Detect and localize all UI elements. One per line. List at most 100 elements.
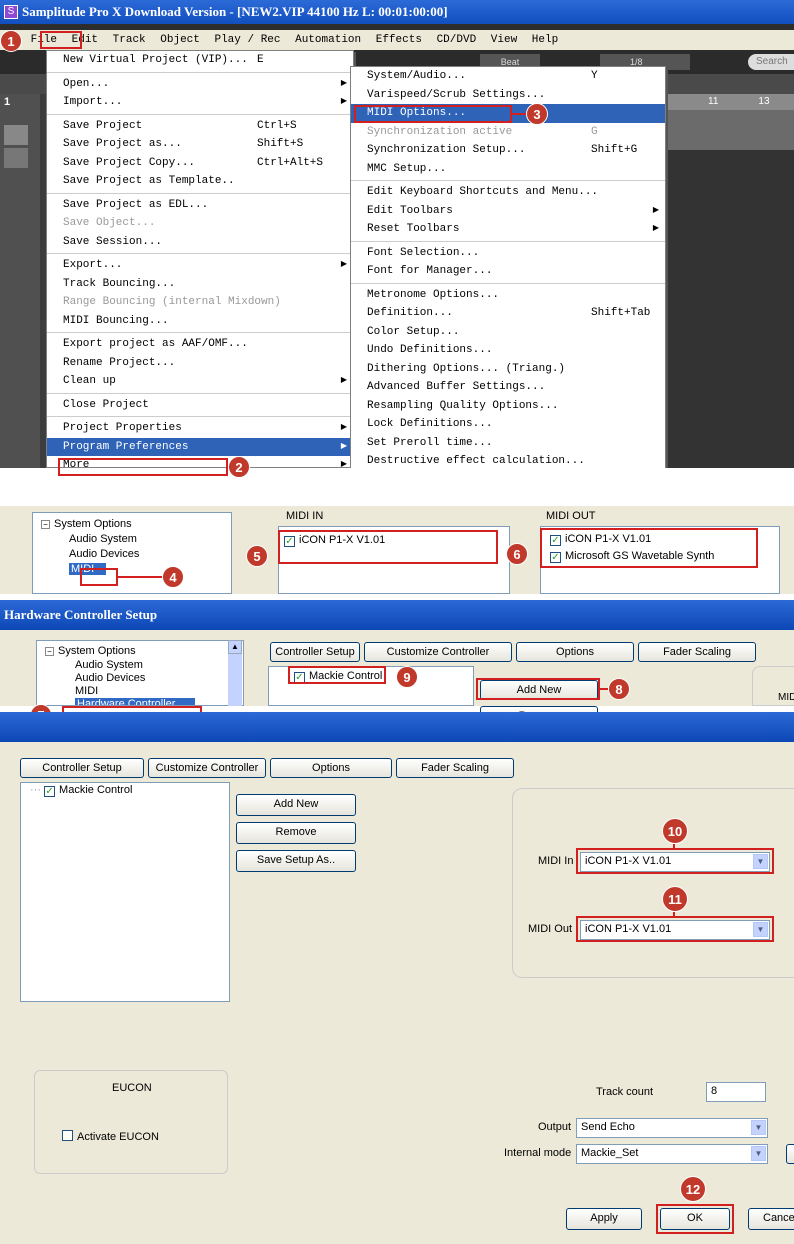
- add-new-button[interactable]: Add New: [236, 794, 356, 816]
- menu-separator: [351, 282, 665, 284]
- track-count-input[interactable]: 8: [706, 1082, 766, 1102]
- prefs-menu-item[interactable]: Advanced Buffer Settings...: [351, 378, 665, 397]
- file-menu-item[interactable]: New Virtual Project (VIP)... E: [47, 51, 353, 70]
- menu-cd-dvd[interactable]: CD/DVD: [433, 30, 481, 50]
- menu-help[interactable]: Help: [528, 30, 562, 50]
- menu-separator: [351, 180, 665, 181]
- menu-item-label: Track Bouncing...: [63, 277, 176, 290]
- remove-button[interactable]: Remove: [236, 822, 356, 844]
- prefs-menu-item[interactable]: Synchronization active G: [351, 123, 665, 142]
- tab-fader-scaling[interactable]: Fader Scaling: [396, 758, 514, 778]
- menu-play-rec[interactable]: Play / Rec: [210, 30, 284, 50]
- highlight-mackie-control: [288, 666, 386, 684]
- file-menu-item[interactable]: Rename Project...: [47, 354, 353, 373]
- tree-item-midi[interactable]: MIDI: [41, 562, 231, 577]
- tree-item-audio-system[interactable]: Audio System: [45, 659, 243, 672]
- menu-item-label: Open...: [63, 77, 110, 90]
- output-select[interactable]: Send Echo ▼: [576, 1118, 768, 1138]
- checkbox-unchecked-icon[interactable]: [62, 1130, 73, 1141]
- controller-item[interactable]: ··· ✓ Mackie Control: [30, 784, 132, 797]
- internal-mode-select[interactable]: Mackie_Set ▼: [576, 1144, 768, 1164]
- prefs-menu-item[interactable]: Resampling Quality Options...: [351, 397, 665, 416]
- prefs-menu-item[interactable]: Lock Definitions...: [351, 415, 665, 434]
- file-menu-item[interactable]: Program Preferences ▶: [47, 437, 353, 456]
- file-menu-item[interactable]: Save Object...: [47, 214, 353, 233]
- file-menu-item[interactable]: Save Project as EDL...: [47, 196, 353, 215]
- tree-item-hardware-controller[interactable]: Hardware Controller: [45, 698, 243, 705]
- controller-list: [20, 782, 230, 1002]
- menu-automation[interactable]: Automation: [291, 30, 365, 50]
- file-menu-item[interactable]: Project Properties ▶: [47, 419, 353, 438]
- tab-controller-setup[interactable]: Controller Setup: [20, 758, 144, 778]
- file-menu-item[interactable]: Range Bouncing (internal Mixdown): [47, 293, 353, 312]
- prefs-menu-item[interactable]: Set Preroll time...: [351, 434, 665, 453]
- menu-effects[interactable]: Effects: [372, 30, 426, 50]
- file-menu-item[interactable]: Save Project as... Shift+S: [47, 135, 353, 154]
- file-menu-item[interactable]: Save Project Copy... Ctrl+Alt+S: [47, 154, 353, 173]
- file-menu-item[interactable]: MIDI Bouncing...: [47, 312, 353, 331]
- tab-fader-scaling[interactable]: Fader Scaling: [638, 642, 756, 662]
- menu-item-label: Font Selection...: [367, 246, 480, 259]
- chevron-down-icon[interactable]: ▼: [751, 1146, 766, 1161]
- chevron-down-icon[interactable]: ▼: [751, 1120, 766, 1135]
- prefs-menu-item[interactable]: Synchronization Setup... Shift+G: [351, 141, 665, 160]
- prefs-menu-item[interactable]: MMC Setup...: [351, 160, 665, 179]
- file-menu-item[interactable]: Save Session...: [47, 233, 353, 252]
- menu-shortcut: Ctrl+Alt+S: [257, 156, 324, 169]
- apply-button[interactable]: Apply: [566, 1208, 642, 1230]
- file-menu-item[interactable]: Save Project Ctrl+S: [47, 117, 353, 136]
- prefs-menu-item[interactable]: Color Setup...: [351, 323, 665, 342]
- prefs-menu-item[interactable]: System/Audio... Y: [351, 67, 665, 86]
- prefs-menu-item[interactable]: Definition... Shift+Tab: [351, 304, 665, 323]
- save-setup-as-button[interactable]: Save Setup As..: [236, 850, 356, 872]
- checkbox-checked-icon[interactable]: ✓: [44, 786, 56, 797]
- submenu-arrow-icon: ▶: [340, 260, 347, 269]
- menu-track[interactable]: Track: [109, 30, 150, 50]
- tab-customize-controller[interactable]: Customize Controller: [364, 642, 512, 662]
- extra-button[interactable]: [786, 1144, 794, 1164]
- tab-controller-setup[interactable]: Controller Setup: [270, 642, 360, 662]
- file-menu-item[interactable]: Export project as AAF/OMF...: [47, 335, 353, 354]
- menu-view[interactable]: View: [487, 30, 521, 50]
- prefs-menu-item[interactable]: Dithering Options... (Triang.): [351, 360, 665, 379]
- prefs-menu-item[interactable]: Font for Manager...: [351, 262, 665, 281]
- menu-separator: [47, 253, 353, 254]
- cancel-button[interactable]: Cance: [748, 1208, 794, 1230]
- file-menu-item[interactable]: Export... ▶: [47, 256, 353, 275]
- file-menu-item[interactable]: Import... ▶: [47, 93, 353, 112]
- tree-item-audio-system[interactable]: Audio System: [41, 532, 231, 547]
- tab-options[interactable]: Options: [516, 642, 634, 662]
- track-button[interactable]: [4, 125, 28, 145]
- submenu-arrow-icon: ▶: [340, 460, 347, 468]
- file-menu-item[interactable]: Clean up ▶: [47, 372, 353, 391]
- tree-item-audio-devices[interactable]: Audio Devices: [41, 547, 231, 562]
- tab-customize-controller[interactable]: Customize Controller: [148, 758, 266, 778]
- activate-eucon-checkbox[interactable]: Activate EUCON: [62, 1130, 159, 1143]
- file-menu-item[interactable]: Close Project: [47, 396, 353, 415]
- file-menu-item[interactable]: Open... ▶: [47, 75, 353, 94]
- prefs-menu-item[interactable]: Varispeed/Scrub Settings...: [351, 86, 665, 105]
- prefs-menu-item[interactable]: Destructive effect calculation...: [351, 452, 665, 468]
- prefs-menu-item[interactable]: Reset Toolbars ▶: [351, 220, 665, 239]
- prefs-menu-item[interactable]: Undo Definitions...: [351, 341, 665, 360]
- tab-options[interactable]: Options: [270, 758, 392, 778]
- tree-scrollbar[interactable]: ▲: [228, 640, 242, 706]
- menu-object[interactable]: Object: [156, 30, 204, 50]
- file-menu-item[interactable]: Track Bouncing...: [47, 275, 353, 294]
- track-button[interactable]: [4, 148, 28, 168]
- tree-item-midi[interactable]: MIDI: [45, 685, 243, 698]
- prefs-menu-item[interactable]: Font Selection...: [351, 244, 665, 263]
- tree-item-audio-devices[interactable]: Audio Devices: [45, 672, 243, 685]
- menu-shortcut: Shift+Tab: [591, 307, 651, 319]
- tree-item-system-options[interactable]: − System Options: [41, 517, 231, 532]
- file-menu-item[interactable]: Save Project as Template..: [47, 172, 353, 191]
- prefs-menu-item[interactable]: Edit Keyboard Shortcuts and Menu...: [351, 183, 665, 202]
- tree-item-system-options[interactable]: − System Options: [45, 644, 243, 659]
- highlight-add-new: [476, 678, 600, 700]
- search-input[interactable]: Search: [748, 54, 794, 70]
- menu-item-label: Export...: [63, 259, 123, 271]
- prefs-menu-item[interactable]: Metronome Options...: [351, 286, 665, 305]
- menu-item-label: Range Bouncing (internal Mixdown): [63, 296, 281, 308]
- track-number: 1: [4, 96, 11, 108]
- prefs-menu-item[interactable]: Edit Toolbars ▶: [351, 202, 665, 221]
